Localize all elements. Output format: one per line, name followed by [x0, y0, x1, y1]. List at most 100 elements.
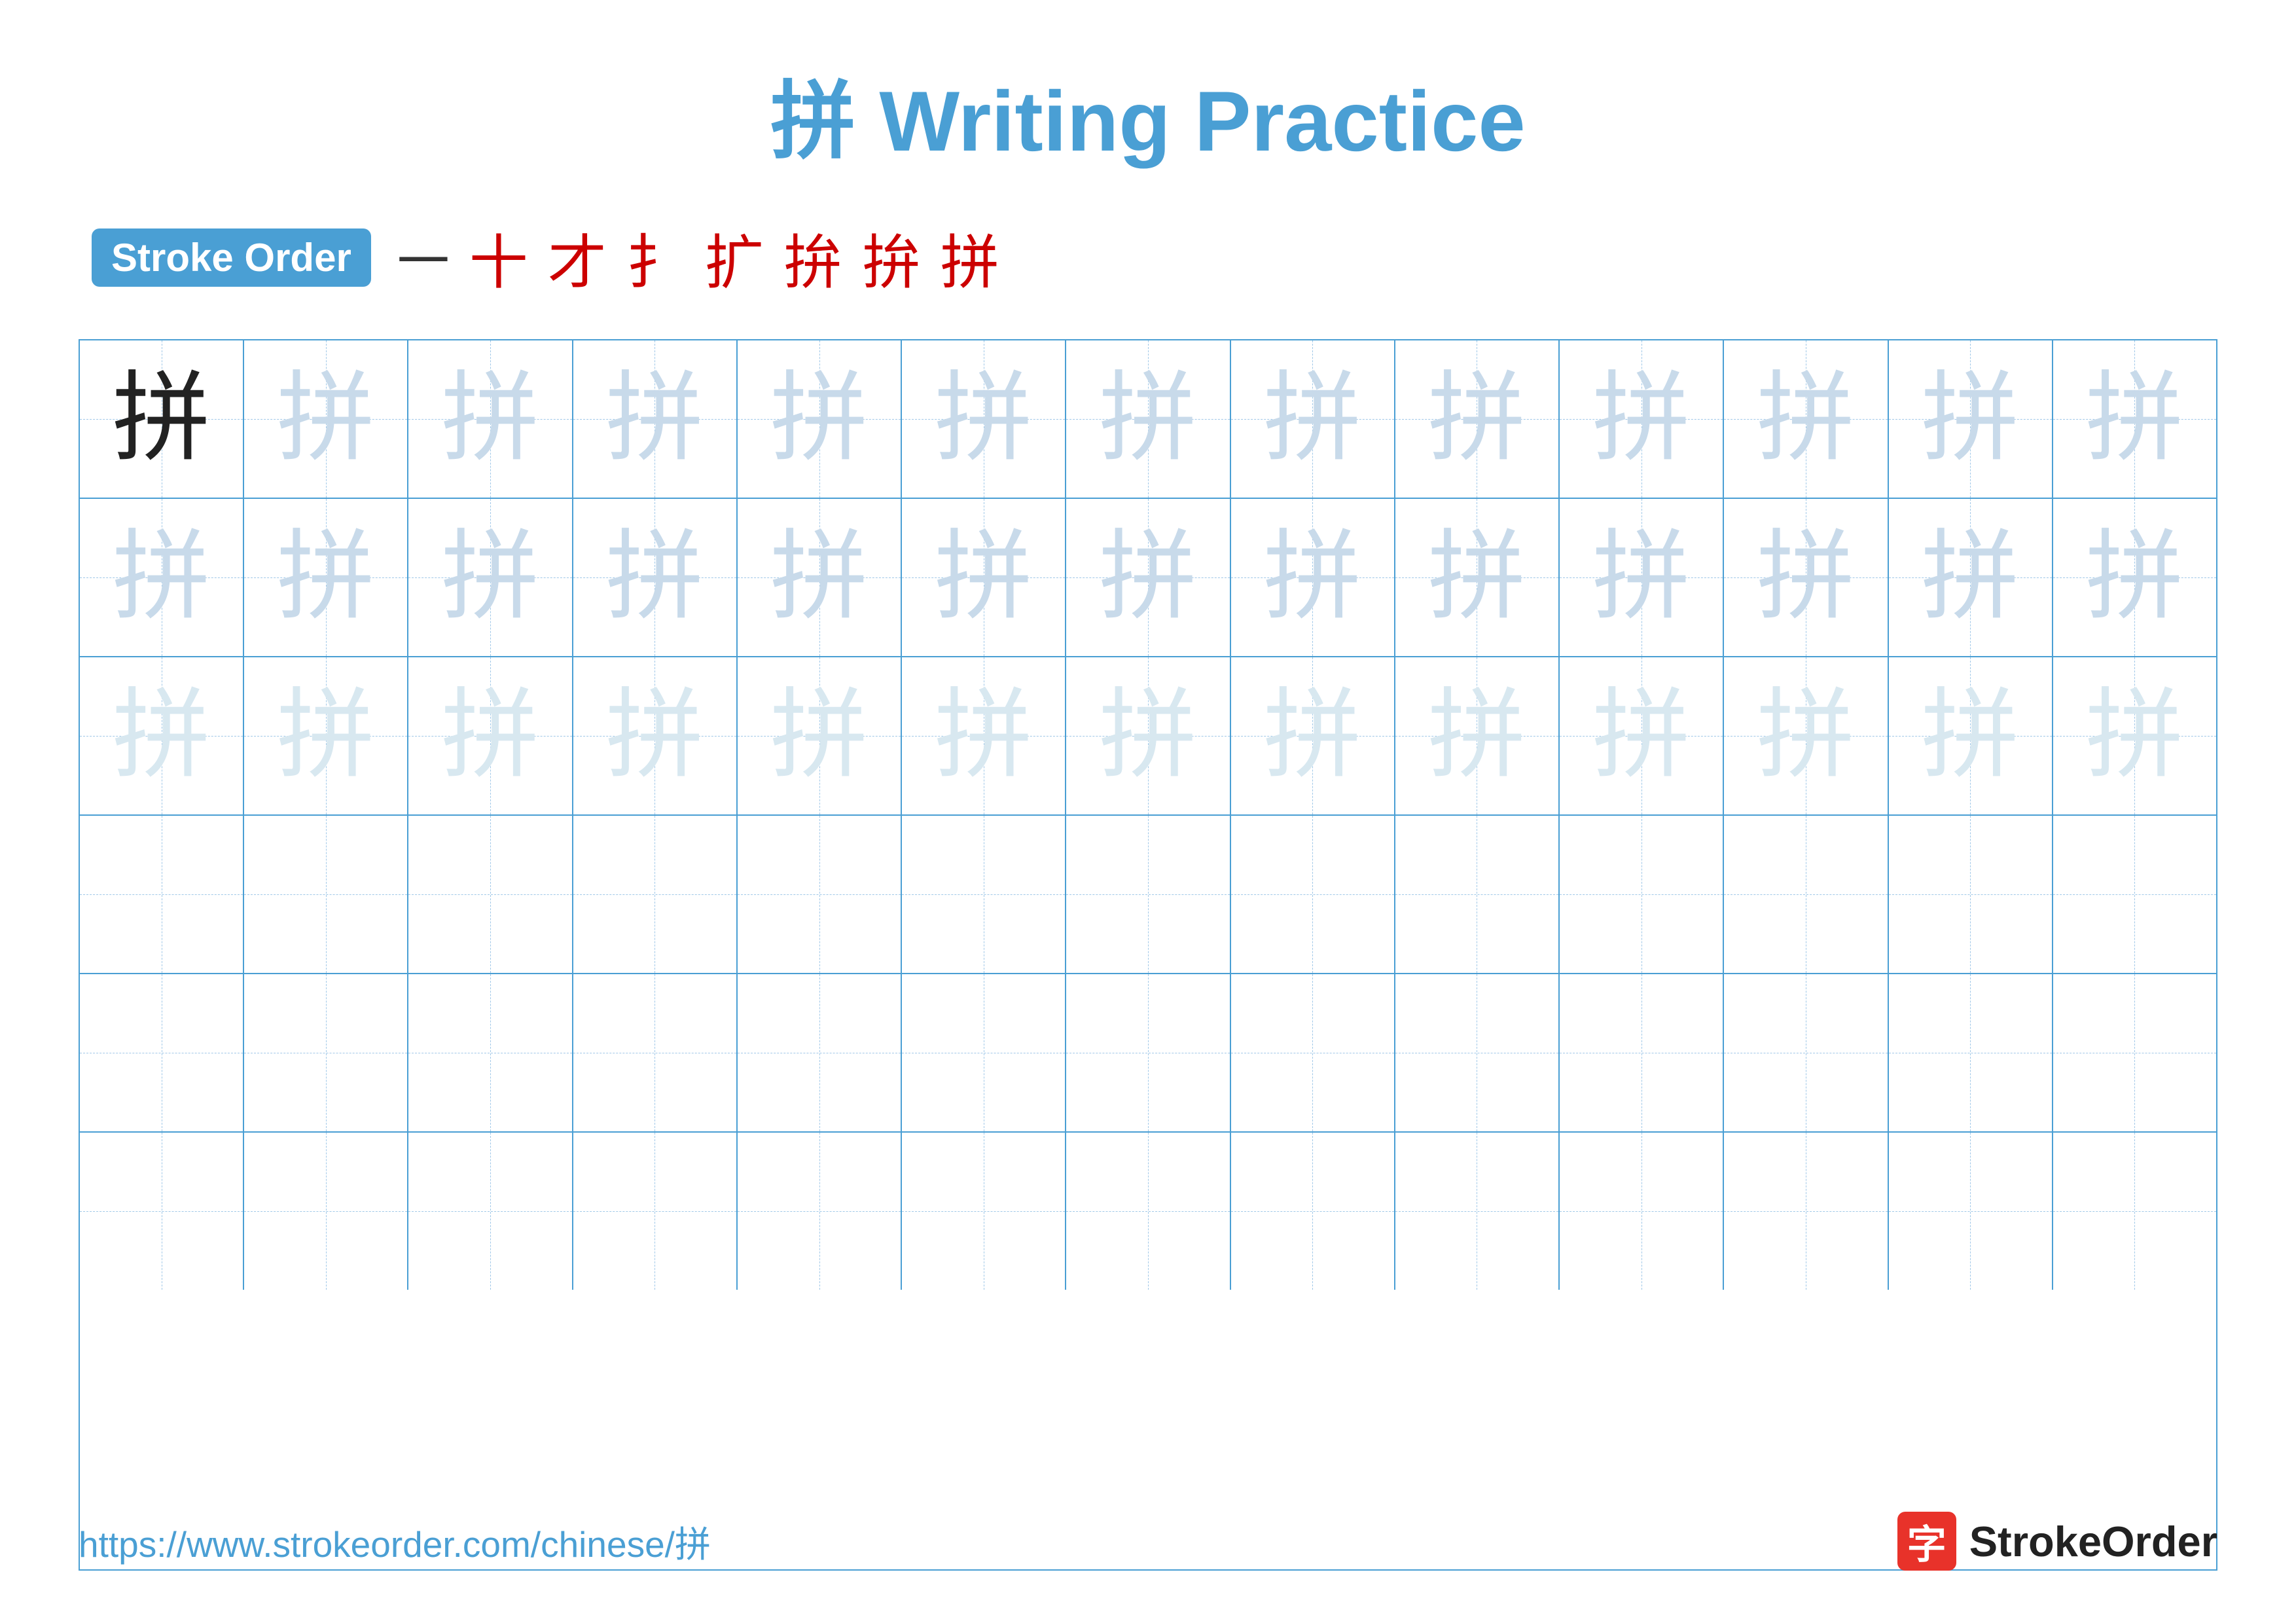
page-title: 拼 Writing Practice [770, 52, 1525, 175]
grid-cell-6-11[interactable] [1724, 1133, 1888, 1290]
grid-cell-1-7[interactable]: 拼 [1066, 340, 1230, 498]
grid-cell-1-12[interactable]: 拼 [1889, 340, 2053, 498]
stroke-seq-7: 拼 [941, 215, 999, 300]
grid-cell-6-10[interactable] [1560, 1133, 1724, 1290]
grid-cell-1-4[interactable]: 拼 [573, 340, 738, 498]
grid-cell-6-7[interactable] [1066, 1133, 1230, 1290]
grid-cell-1-5[interactable]: 拼 [738, 340, 902, 498]
stroke-seq-4: 扩 [705, 215, 764, 300]
grid-cell-2-1[interactable]: 拼 [80, 499, 244, 656]
grid-cell-6-9[interactable] [1395, 1133, 1560, 1290]
stroke-seq-2: 才 [548, 215, 607, 300]
grid-cell-5-11[interactable] [1724, 974, 1888, 1131]
logo-text: StrokeOrder [1969, 1517, 2217, 1566]
grid-cell-2-3[interactable]: 拼 [408, 499, 573, 656]
grid-cell-1-10[interactable]: 拼 [1560, 340, 1724, 498]
grid-cell-4-2[interactable] [244, 816, 408, 973]
grid-cell-4-12[interactable] [1889, 816, 2053, 973]
grid-cell-5-13[interactable] [2053, 974, 2216, 1131]
grid-cell-5-7[interactable] [1066, 974, 1230, 1131]
stroke-seq-5: 拚 [783, 215, 842, 300]
grid-cell-4-7[interactable] [1066, 816, 1230, 973]
grid-cell-3-1[interactable]: 拼 [80, 657, 244, 814]
grid-cell-4-6[interactable] [902, 816, 1066, 973]
grid-cell-4-13[interactable] [2053, 816, 2216, 973]
page: 拼 Writing Practice Stroke Order 一 十 才 扌 … [0, 0, 2296, 1623]
grid-cell-5-3[interactable] [408, 974, 573, 1131]
grid-cell-3-10[interactable]: 拼 [1560, 657, 1724, 814]
grid-row-5 [80, 974, 2216, 1133]
grid-cell-1-3[interactable]: 拼 [408, 340, 573, 498]
footer-url[interactable]: https://www.strokeorder.com/chinese/拼 [79, 1515, 711, 1567]
grid-row-2: 拼 拼 拼 拼 拼 拼 拼 拼 拼 拼 拼 拼 拼 [80, 499, 2216, 657]
grid-cell-3-4[interactable]: 拼 [573, 657, 738, 814]
grid-cell-1-8[interactable]: 拼 [1231, 340, 1395, 498]
grid-cell-6-5[interactable] [738, 1133, 902, 1290]
grid-cell-5-1[interactable] [80, 974, 244, 1131]
grid-cell-2-9[interactable]: 拼 [1395, 499, 1560, 656]
grid-cell-4-11[interactable] [1724, 816, 1888, 973]
grid-cell-4-10[interactable] [1560, 816, 1724, 973]
logo-icon: 字 [1897, 1512, 1956, 1571]
grid-cell-2-8[interactable]: 拼 [1231, 499, 1395, 656]
char-dark: 拼 [113, 370, 211, 468]
grid-cell-4-1[interactable] [80, 816, 244, 973]
grid-cell-6-1[interactable] [80, 1133, 244, 1290]
grid-cell-6-6[interactable] [902, 1133, 1066, 1290]
grid-cell-3-6[interactable]: 拼 [902, 657, 1066, 814]
grid-cell-5-9[interactable] [1395, 974, 1560, 1131]
grid-cell-6-8[interactable] [1231, 1133, 1395, 1290]
grid-cell-3-8[interactable]: 拼 [1231, 657, 1395, 814]
stroke-seq-3: 扌 [626, 215, 685, 300]
grid-cell-2-6[interactable]: 拼 [902, 499, 1066, 656]
grid-cell-5-4[interactable] [573, 974, 738, 1131]
grid-cell-3-11[interactable]: 拼 [1724, 657, 1888, 814]
grid-cell-2-10[interactable]: 拼 [1560, 499, 1724, 656]
grid-cell-2-4[interactable]: 拼 [573, 499, 738, 656]
grid-cell-6-2[interactable] [244, 1133, 408, 1290]
grid-cell-2-7[interactable]: 拼 [1066, 499, 1230, 656]
grid-cell-1-13[interactable]: 拼 [2053, 340, 2216, 498]
grid-cell-3-9[interactable]: 拼 [1395, 657, 1560, 814]
grid-cell-6-4[interactable] [573, 1133, 738, 1290]
grid-cell-3-7[interactable]: 拼 [1066, 657, 1230, 814]
grid-cell-5-12[interactable] [1889, 974, 2053, 1131]
grid-row-4 [80, 816, 2216, 974]
stroke-seq-6: 拚 [862, 215, 921, 300]
grid-cell-4-4[interactable] [573, 816, 738, 973]
grid-cell-2-12[interactable]: 拼 [1889, 499, 2053, 656]
grid-cell-6-3[interactable] [408, 1133, 573, 1290]
footer-logo: 字 StrokeOrder [1897, 1512, 2217, 1571]
practice-grid: 拼 拼 拼 拼 拼 拼 拼 拼 拼 拼 拼 拼 拼 拼 拼 拼 拼 拼 拼 拼 … [79, 339, 2217, 1571]
grid-cell-1-2[interactable]: 拼 [244, 340, 408, 498]
grid-cell-5-10[interactable] [1560, 974, 1724, 1131]
stroke-sequence: 一 十 才 扌 扩 拚 拚 拼 [397, 215, 999, 300]
grid-cell-5-5[interactable] [738, 974, 902, 1131]
grid-cell-1-6[interactable]: 拼 [902, 340, 1066, 498]
grid-cell-1-1[interactable]: 拼 [80, 340, 244, 498]
grid-cell-2-5[interactable]: 拼 [738, 499, 902, 656]
grid-cell-3-3[interactable]: 拼 [408, 657, 573, 814]
grid-cell-4-9[interactable] [1395, 816, 1560, 973]
grid-cell-1-9[interactable]: 拼 [1395, 340, 1560, 498]
grid-cell-4-8[interactable] [1231, 816, 1395, 973]
grid-row-3: 拼 拼 拼 拼 拼 拼 拼 拼 拼 拼 拼 拼 拼 [80, 657, 2216, 816]
grid-cell-1-11[interactable]: 拼 [1724, 340, 1888, 498]
grid-cell-6-12[interactable] [1889, 1133, 2053, 1290]
grid-cell-5-2[interactable] [244, 974, 408, 1131]
grid-cell-5-8[interactable] [1231, 974, 1395, 1131]
grid-cell-3-5[interactable]: 拼 [738, 657, 902, 814]
grid-cell-5-6[interactable] [902, 974, 1066, 1131]
grid-cell-3-13[interactable]: 拼 [2053, 657, 2216, 814]
grid-cell-2-13[interactable]: 拼 [2053, 499, 2216, 656]
grid-cell-3-2[interactable]: 拼 [244, 657, 408, 814]
grid-cell-4-5[interactable] [738, 816, 902, 973]
stroke-order-row: Stroke Order 一 十 才 扌 扩 拚 拚 拼 [79, 215, 999, 300]
grid-cell-2-11[interactable]: 拼 [1724, 499, 1888, 656]
footer: https://www.strokeorder.com/chinese/拼 字 … [79, 1512, 2217, 1571]
grid-cell-4-3[interactable] [408, 816, 573, 973]
grid-cell-3-12[interactable]: 拼 [1889, 657, 2053, 814]
stroke-seq-1: 十 [469, 215, 528, 300]
grid-cell-2-2[interactable]: 拼 [244, 499, 408, 656]
grid-cell-6-13[interactable] [2053, 1133, 2216, 1290]
